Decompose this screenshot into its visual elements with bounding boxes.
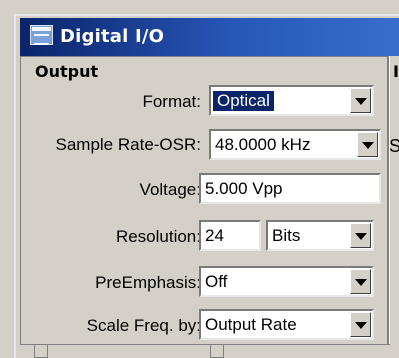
window-title: Digital I/O xyxy=(60,26,165,47)
voltage-input[interactable]: 5.000 Vpp xyxy=(199,173,381,204)
resolution-input[interactable]: 24 xyxy=(199,220,261,251)
preemphasis-dropdown-arrow-icon[interactable] xyxy=(350,269,371,294)
bottom-left-control[interactable] xyxy=(34,344,48,358)
resolution-unit-value: Bits xyxy=(272,226,301,245)
format-dropdown[interactable]: Optical xyxy=(209,85,374,116)
format-label: Format: xyxy=(142,92,201,111)
preemphasis-label: PreEmphasis: xyxy=(95,273,201,292)
voltage-value: 5.000 Vpp xyxy=(205,179,283,198)
panel-divider xyxy=(387,56,390,358)
preemphasis-dropdown[interactable]: Off xyxy=(199,266,374,297)
bottom-strip xyxy=(20,344,390,358)
sample-rate-dropdown-arrow-icon[interactable] xyxy=(357,132,378,157)
scale-freq-dropdown-arrow-icon[interactable] xyxy=(350,312,371,337)
sample-rate-value: 48.0000 kHz xyxy=(215,135,311,154)
sample-rate-dropdown[interactable]: 48.0000 kHz xyxy=(209,129,381,160)
adjacent-section-title: I xyxy=(393,62,399,81)
output-section-title: Output xyxy=(35,62,99,81)
scale-freq-dropdown[interactable]: Output Rate xyxy=(199,309,374,340)
resolution-label: Resolution: xyxy=(115,227,201,246)
preemphasis-value: Off xyxy=(205,272,228,291)
window-icon xyxy=(30,25,53,45)
voltage-label: Voltage: xyxy=(139,180,201,199)
scale-freq-label: Scale Freq. by: xyxy=(86,316,201,335)
digital-io-window: Digital I/O Output I S Format: Optical S… xyxy=(0,0,399,358)
resolution-value: 24 xyxy=(205,226,224,245)
resolution-unit-arrow-icon[interactable] xyxy=(350,223,371,248)
format-value: Optical xyxy=(213,91,274,111)
resolution-unit-dropdown[interactable]: Bits xyxy=(266,220,374,251)
bottom-right-control[interactable] xyxy=(210,344,224,358)
title-bar[interactable]: Digital I/O xyxy=(20,18,399,56)
format-dropdown-arrow-icon[interactable] xyxy=(350,88,371,113)
adjacent-section-label: S xyxy=(389,136,399,156)
scale-freq-value: Output Rate xyxy=(205,315,297,334)
sample-rate-label: Sample Rate-OSR: xyxy=(55,135,202,154)
